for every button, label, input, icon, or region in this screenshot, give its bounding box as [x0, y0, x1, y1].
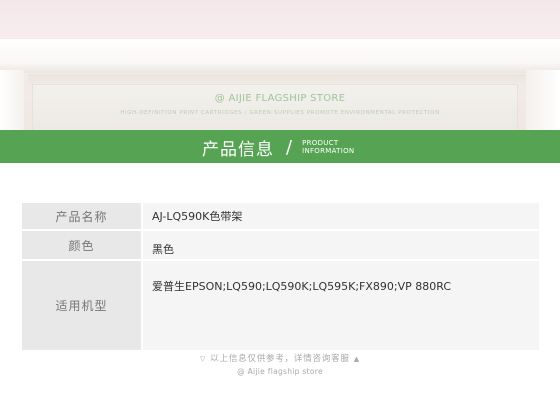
compatible-models-value: 爱普生EPSON;LQ590;LQ590K;LQ595K;FX890;VP 88…	[141, 259, 541, 352]
disclaimer-note: ▽ 以上信息仅供参考，详情咨询客服 ▲	[0, 352, 560, 364]
product-info-table: 产品名称 AJ-LQ590K色带架 颜色 黑色 适用机型 爱普生EPSON;LQ…	[20, 201, 541, 352]
footer-store-name: @ Aijie flagship store	[237, 367, 323, 376]
disclaimer-text: 以上信息仅供参考，详情咨询客服	[210, 354, 350, 364]
section-title-english-line2: INFORMATION	[302, 147, 355, 155]
product-name-label: 产品名称	[20, 201, 143, 231]
section-title: 产品信息 / PRODUCT INFORMATION	[202, 134, 354, 160]
product-name-value: AJ-LQ590K色带架	[141, 201, 541, 231]
section-title-english: PRODUCT INFORMATION	[302, 139, 354, 155]
compatible-models-label: 适用机型	[20, 259, 143, 352]
store-banner: @ AIJIE FLAGSHIP STORE HIGH-DEFINITION P…	[0, 0, 560, 132]
color-label: 颜色	[20, 229, 143, 261]
packaging-box-image	[32, 84, 518, 132]
section-title-chinese: 产品信息	[202, 139, 274, 160]
triangle-up-icon: ▲	[353, 355, 360, 363]
table-row: 颜色 黑色	[20, 229, 541, 261]
section-title-english-line1: PRODUCT	[302, 139, 339, 147]
store-name-text: @ AIJIE FLAGSHIP STORE	[214, 93, 346, 104]
color-value: 黑色	[141, 229, 541, 261]
table-row: 产品名称 AJ-LQ590K色带架	[20, 201, 541, 231]
section-title-divider: /	[286, 136, 293, 158]
shelf-top-decoration	[0, 38, 560, 73]
store-slogan-text: HIGH-DEFINITION PRINT CARTRIDGES / GREEN…	[120, 110, 440, 116]
table-row: 适用机型 爱普生EPSON;LQ590;LQ590K;LQ595K;FX890;…	[20, 259, 541, 352]
triangle-down-icon: ▽	[200, 355, 207, 363]
product-detail-page: @ AIJIE FLAGSHIP STORE HIGH-DEFINITION P…	[0, 0, 560, 395]
